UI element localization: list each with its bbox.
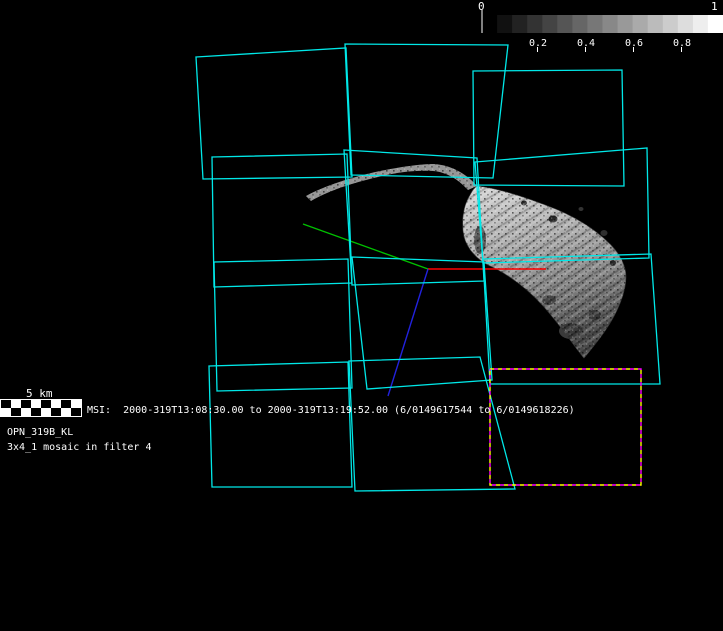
colorbar-step	[587, 15, 604, 33]
colorbar-step	[707, 15, 723, 33]
scale-bar-cell	[31, 408, 41, 416]
asteroid-crater	[578, 207, 584, 211]
scale-bar-cell	[71, 400, 81, 408]
scale-bar-cell	[21, 408, 31, 416]
colorbar-step	[677, 15, 694, 33]
colorbar-step	[572, 15, 589, 33]
colorbar-gradient	[482, 15, 723, 33]
colorbar-step	[662, 15, 679, 33]
colorbar-step	[632, 15, 649, 33]
colorbar-tick-label: 0.6	[625, 38, 643, 49]
colorbar-tick-label: 0.2	[529, 38, 547, 49]
colorbar-tick-label: 0.4	[577, 38, 595, 49]
colorbar-step	[692, 15, 709, 33]
colorbar-step	[542, 15, 558, 33]
colorbar-min-label: 0	[478, 0, 485, 13]
colorbar-step	[527, 15, 543, 33]
colorbar-step	[482, 15, 498, 33]
colorbar-step	[647, 15, 664, 33]
colorbar-max-label: 1	[711, 0, 718, 13]
colorbar-step	[602, 15, 619, 33]
colorbar-step	[512, 15, 528, 33]
scale-bar-cell	[51, 400, 61, 408]
scale-bar-cell	[41, 408, 51, 416]
observation-time-range: MSI: 2000-319T13:08:30.00 to 2000-319T13…	[87, 405, 575, 416]
scale-bar-cell	[21, 400, 31, 408]
asteroid-crater	[600, 230, 608, 236]
scale-bar-cell	[51, 408, 61, 416]
colorbar-zero-tick	[481, 10, 483, 33]
sequence-id: OPN_319B_KL	[7, 427, 73, 438]
scale-bar-label: 5 km	[26, 387, 53, 400]
scale-bar-cell	[61, 400, 71, 408]
colorbar-step	[557, 15, 573, 33]
colorbar-tick-mark	[681, 47, 682, 52]
scale-bar-cell	[11, 408, 21, 416]
colorbar-tick-mark	[633, 47, 634, 52]
scale-bar-cell	[1, 400, 11, 408]
scale-bar-cell	[11, 400, 21, 408]
render-canvas: 0 1 0.2 0.4 0.6 0.8 5 km MSI: 2000-319T13:0…	[0, 0, 723, 631]
mosaic-planner-viewport[interactable]: 0 1 0.2 0.4 0.6 0.8 5 km MSI: 2000-319T13:0…	[0, 0, 723, 631]
scale-bar-cell	[41, 400, 51, 408]
scale-bar-cell	[31, 400, 41, 408]
colorbar-tick-mark	[537, 47, 538, 52]
mosaic-description: 3x4_1 mosaic in filter 4	[7, 442, 152, 453]
colorbar-step	[617, 15, 634, 33]
colorbar-tick-mark	[585, 47, 586, 52]
scale-bar-cell	[71, 408, 81, 416]
scale-bar-cell	[61, 408, 71, 416]
colorbar-tick-label: 0.8	[673, 38, 691, 49]
scale-bar-cell	[1, 408, 11, 416]
colorbar-step	[497, 15, 513, 33]
scale-bar-checkerboard	[0, 399, 82, 417]
